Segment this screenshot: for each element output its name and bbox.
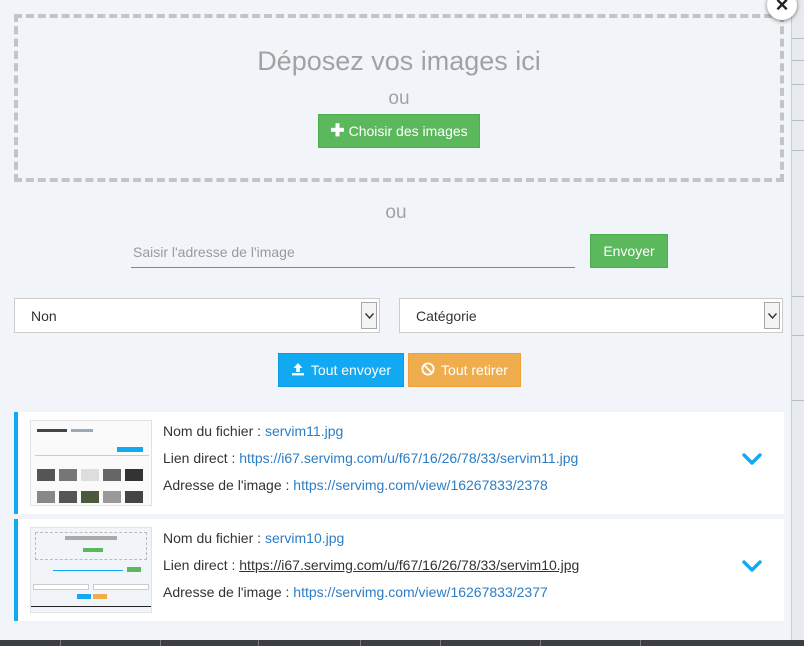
file-name-value: servim10.jpg <box>264 530 345 546</box>
visibility-select[interactable]: Non <box>14 298 380 333</box>
close-icon: × <box>775 0 789 17</box>
file-name-line: Nom du fichier : servim11.jpg <box>163 423 343 439</box>
file-row: Nom du fichier : servim11.jpg Lien direc… <box>14 412 784 514</box>
dropzone-title: Déposez vos images ici <box>257 46 541 76</box>
remove-all-button[interactable]: Tout retirer <box>408 353 521 387</box>
chevron-down-icon <box>764 302 780 329</box>
direct-link-line: Lien direct : https://i67.servimg.com/u/… <box>163 557 579 573</box>
file-name-label: Nom du fichier : <box>163 423 265 439</box>
ban-icon <box>421 362 435 379</box>
plus-icon: ✚ <box>330 121 345 140</box>
image-address-line: Adresse de l'image : https://servimg.com… <box>163 584 548 600</box>
dropzone-or: ou <box>388 88 410 109</box>
image-address-value[interactable]: https://servimg.com/view/16267833/2378 <box>293 477 547 493</box>
file-name-label: Nom du fichier : <box>163 530 265 546</box>
file-name-value: servim11.jpg <box>264 423 344 439</box>
expand-row-button[interactable] <box>740 555 764 579</box>
background-page-strip <box>790 0 804 646</box>
send-all-button[interactable]: Tout envoyer <box>278 353 404 387</box>
direct-link-value[interactable]: https://i67.servimg.com/u/f67/16/26/78/3… <box>239 557 579 573</box>
visibility-select-value: Non <box>31 307 57 324</box>
chevron-down-icon <box>361 302 377 329</box>
image-address-label: Adresse de l'image : <box>163 477 294 493</box>
category-select[interactable]: Catégorie <box>399 298 783 333</box>
remove-all-label: Tout retirer <box>441 362 508 378</box>
upload-modal: × Déposez vos images ici ou ✚ Choisir de… <box>0 0 797 640</box>
direct-link-line: Lien direct : https://i67.servimg.com/u/… <box>163 450 578 466</box>
image-url-input[interactable] <box>131 236 575 268</box>
send-all-label: Tout envoyer <box>310 362 392 378</box>
url-or: ou <box>385 202 407 223</box>
choose-images-label: Choisir des images <box>348 123 468 139</box>
image-address-label: Adresse de l'image : <box>163 584 294 600</box>
category-select-value: Catégorie <box>416 307 477 324</box>
file-thumbnail <box>30 420 152 506</box>
file-name-line: Nom du fichier : servim10.jpg <box>163 530 344 546</box>
dropzone[interactable]: Déposez vos images ici ou ✚ Choisir des … <box>14 14 784 182</box>
chevron-down-icon <box>742 560 762 572</box>
direct-link-label: Lien direct : <box>163 450 240 466</box>
direct-link-label: Lien direct : <box>163 557 240 573</box>
send-url-button[interactable]: Envoyer <box>590 234 668 268</box>
image-address-value[interactable]: https://servimg.com/view/16267833/2377 <box>293 584 547 600</box>
file-row: Nom du fichier : servim10.jpg Lien direc… <box>14 519 784 621</box>
background-page-bottom <box>0 640 804 646</box>
file-thumbnail <box>30 527 152 613</box>
choose-images-button[interactable]: ✚ Choisir des images <box>318 114 480 148</box>
upload-icon <box>291 362 305 379</box>
chevron-down-icon <box>742 453 762 465</box>
expand-row-button[interactable] <box>740 448 764 472</box>
direct-link-value[interactable]: https://i67.servimg.com/u/f67/16/26/78/3… <box>239 450 578 466</box>
image-address-line: Adresse de l'image : https://servimg.com… <box>163 477 548 493</box>
